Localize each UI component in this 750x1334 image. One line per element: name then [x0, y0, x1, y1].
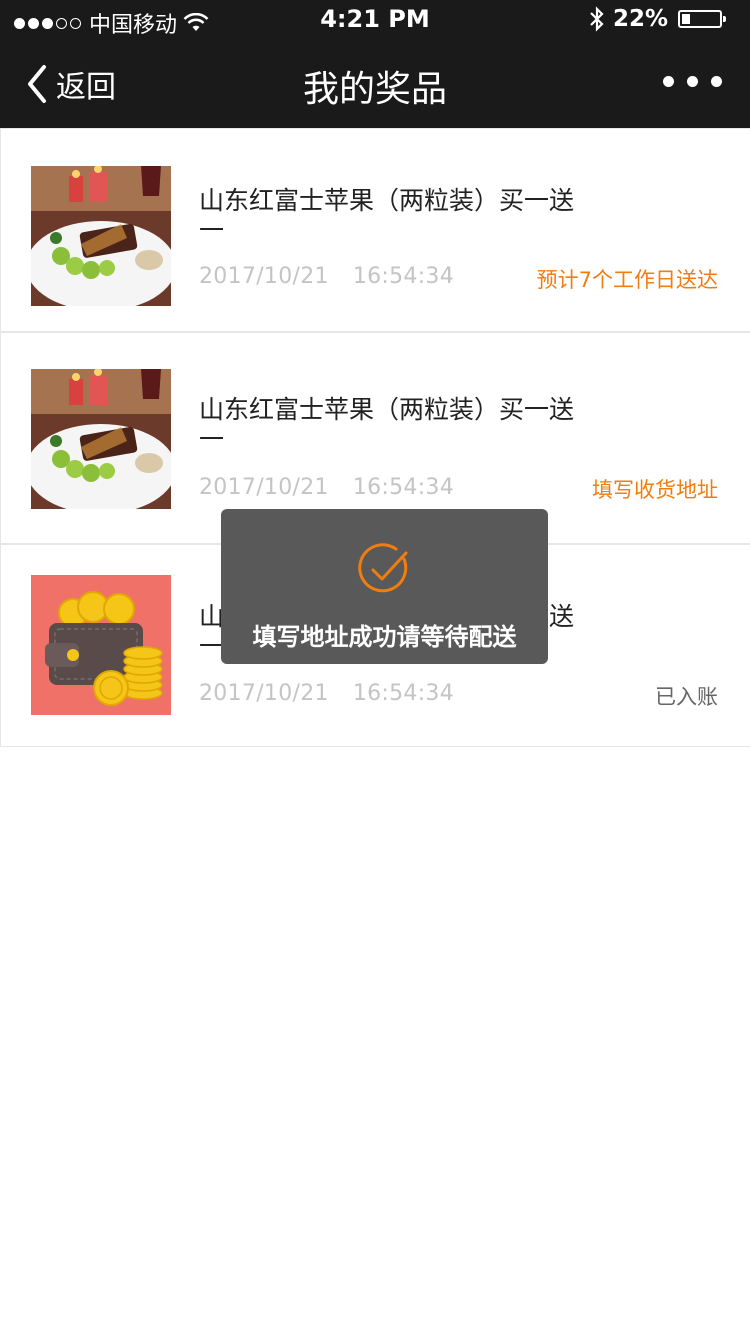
prize-time: 16:54:34: [352, 264, 455, 289]
prize-time: 16:54:34: [352, 681, 455, 706]
credited-status: 已入账: [655, 685, 718, 709]
battery-icon: [678, 10, 726, 28]
more-options-icon[interactable]: [663, 76, 722, 87]
prize-item[interactable]: 山东红富士苹果（两粒装）买一送一 2017/10/21 16:54:34 预计7个…: [0, 128, 750, 332]
prize-time: 16:54:34: [352, 475, 455, 500]
prize-datetime: 2017/10/21 16:54:34: [199, 264, 454, 289]
food-plate-image: [31, 166, 171, 306]
prize-date: 2017/10/21: [199, 264, 329, 289]
prize-datetime: 2017/10/21 16:54:34: [199, 681, 454, 706]
toast-message: 填写地址成功请等待配送: [252, 623, 517, 651]
check-circle-icon: [358, 543, 408, 593]
fill-address-link[interactable]: 填写收货地址: [592, 474, 718, 504]
battery-group: 22%: [589, 6, 726, 32]
delivery-status: 预计7个工作日送达: [536, 268, 718, 292]
nav-bar: 返回 我的奖品: [0, 40, 750, 128]
wallet-coins-image: [31, 575, 171, 715]
battery-percent: 22%: [612, 6, 668, 32]
bluetooth-icon: [590, 6, 604, 32]
page-title: 我的奖品: [302, 69, 447, 110]
prize-title: 山东红富士苹果（两粒装）买一送一: [199, 395, 575, 454]
prize-date: 2017/10/21: [199, 681, 329, 706]
success-toast: 填写地址成功请等待配送: [221, 509, 548, 664]
food-plate-image: [31, 369, 171, 509]
status-bar: 中国移动 4:21 PM 22%: [0, 0, 750, 40]
prize-title: 山东红富士苹果（两粒装）买一送一: [199, 186, 575, 245]
prize-datetime: 2017/10/21 16:54:34: [199, 475, 454, 500]
prize-date: 2017/10/21: [199, 475, 329, 500]
